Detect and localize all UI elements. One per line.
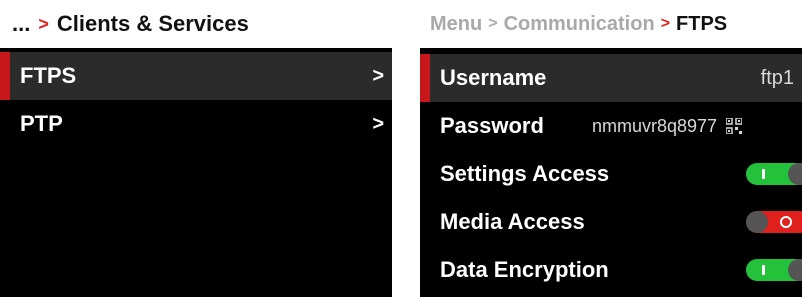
selection-indicator bbox=[0, 52, 10, 100]
username-value: ftp1 bbox=[760, 67, 794, 89]
menu-item-label: PTP bbox=[20, 111, 63, 136]
menu-item-ftps[interactable]: FTPS > bbox=[0, 52, 392, 100]
password-row[interactable]: Password nmmuvr8q8977 bbox=[420, 102, 802, 150]
toggle-knob bbox=[788, 259, 802, 281]
menu-item-ptp[interactable]: PTP > bbox=[0, 100, 392, 148]
settings-access-toggle[interactable] bbox=[746, 163, 802, 185]
clients-services-menu: ... > Clients & Services FTPS > PTP > bbox=[0, 0, 392, 297]
breadcrumb-root[interactable]: Menu bbox=[430, 13, 482, 36]
toggle-off-icon bbox=[780, 216, 792, 228]
password-value: nmmuvr8q8977 bbox=[592, 116, 718, 136]
selection-indicator bbox=[420, 54, 430, 102]
menu-item-label: FTPS bbox=[20, 63, 77, 88]
toggle-on-icon bbox=[762, 265, 765, 275]
breadcrumb: ... > Clients & Services bbox=[0, 0, 392, 48]
settings-access-label: Settings Access bbox=[440, 161, 610, 186]
username-row[interactable]: Username ftp1 bbox=[420, 54, 802, 102]
breadcrumb-parent[interactable]: Communication bbox=[504, 13, 655, 36]
qr-code-icon bbox=[726, 118, 743, 134]
breadcrumb-separator-icon: > bbox=[38, 13, 49, 34]
password-label: Password bbox=[440, 113, 544, 138]
media-access-label: Media Access bbox=[440, 209, 585, 234]
toggle-knob bbox=[746, 211, 768, 233]
breadcrumb-current: FTPS bbox=[676, 12, 728, 35]
password-value-container: nmmuvr8q8977 bbox=[592, 102, 743, 150]
ftps-settings-menu: Menu > Communication > FTPS Username ftp… bbox=[420, 0, 802, 297]
chevron-right-icon: > bbox=[372, 65, 384, 87]
breadcrumb-separator-icon: > bbox=[660, 15, 671, 32]
breadcrumb: Menu > Communication > FTPS bbox=[420, 0, 802, 48]
breadcrumb-ellipsis[interactable]: ... bbox=[12, 11, 30, 37]
media-access-toggle[interactable] bbox=[746, 211, 802, 233]
username-label: Username bbox=[440, 65, 547, 90]
data-encryption-row[interactable]: Data Encryption bbox=[420, 246, 802, 294]
data-encryption-label: Data Encryption bbox=[440, 257, 609, 282]
toggle-knob bbox=[788, 163, 802, 185]
media-access-row[interactable]: Media Access bbox=[420, 198, 802, 246]
chevron-right-icon: > bbox=[372, 113, 384, 135]
breadcrumb-current: Clients & Services bbox=[56, 11, 249, 36]
settings-access-row[interactable]: Settings Access bbox=[420, 150, 802, 198]
toggle-on-icon bbox=[762, 169, 765, 179]
data-encryption-toggle[interactable] bbox=[746, 259, 802, 281]
breadcrumb-separator-icon: > bbox=[488, 15, 498, 32]
